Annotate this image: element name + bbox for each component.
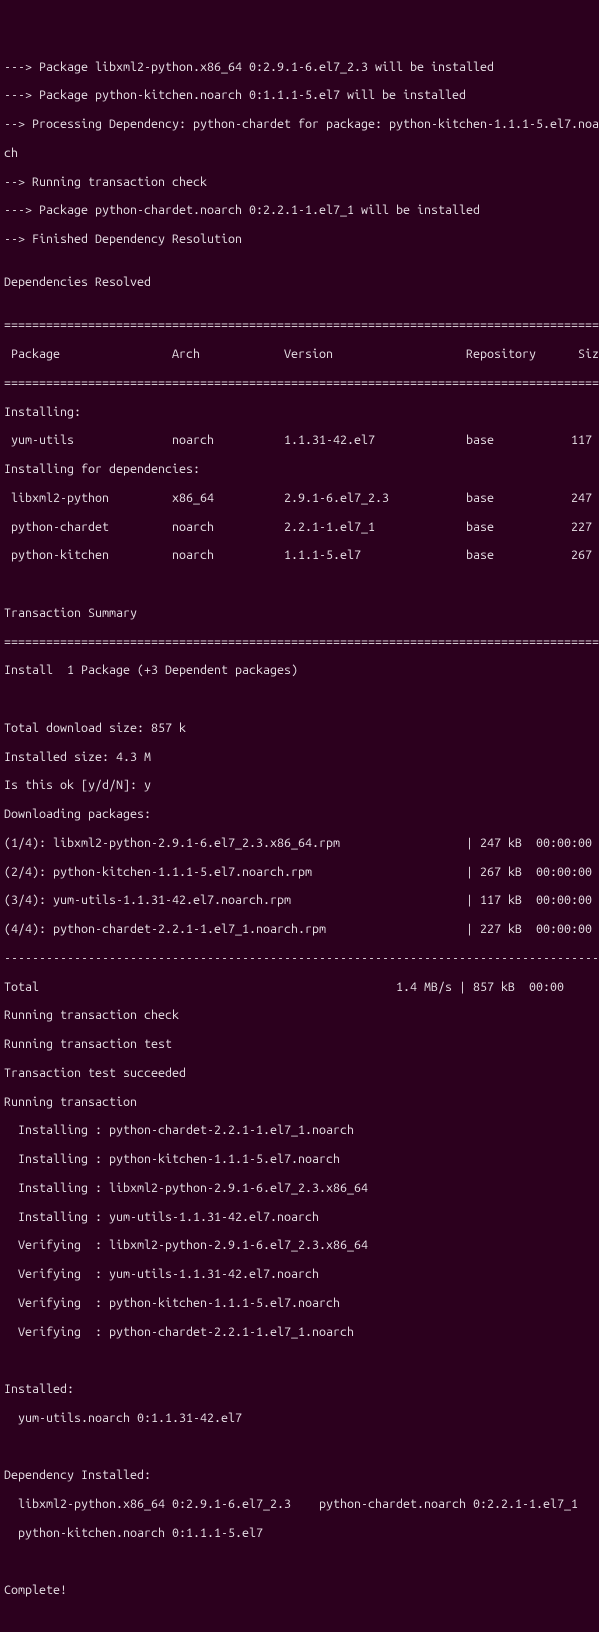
table-rule: ========================================… [4,635,595,649]
downloading-heading: Downloading packages: [4,807,595,821]
transaction-step: Verifying : yum-utils-1.1.31-42.el7.noar… [4,1267,595,1281]
table-row: libxml2-python x86_64 2.9.1-6.el7_2.3 ba… [4,491,595,505]
terminal-line: ---> Package python-chardet.noarch 0:2.2… [4,203,595,217]
terminal-line: --> Finished Dependency Resolution [4,232,595,246]
confirm-prompt[interactable]: Is this ok [y/d/N]: y [4,778,595,792]
terminal-line: --> Processing Dependency: python-charde… [4,117,595,131]
terminal-line: ch [4,146,595,160]
section-installing: Installing: [4,405,595,419]
installed-line: yum-utils.noarch 0:1.1.31-42.el7 [4,1411,595,1425]
installed-title: Installed: [4,1382,595,1396]
complete-line: Complete! [4,1583,595,1597]
table-header: Package Arch Version Repository Size [4,347,595,361]
blank-line [4,577,595,591]
download-item: (2/4): python-kitchen-1.1.1-5.el7.noarch… [4,865,595,879]
transaction-summary-title: Transaction Summary [4,606,595,620]
blank-line [4,692,595,706]
table-row: yum-utils noarch 1.1.31-42.el7 base 117 … [4,433,595,447]
dep-installed-line: libxml2-python.x86_64 0:2.9.1-6.el7_2.3 … [4,1497,595,1511]
blank-line [4,1555,595,1569]
terminal-line: --> Running transaction check [4,175,595,189]
transaction-step: Verifying : python-chardet-2.2.1-1.el7_1… [4,1325,595,1339]
table-row: python-chardet noarch 2.2.1-1.el7_1 base… [4,520,595,534]
transaction-check: Running transaction check [4,1008,595,1022]
terminal-line: ---> Package libxml2-python.x86_64 0:2.9… [4,60,595,74]
download-item: (3/4): yum-utils-1.1.31-42.el7.noarch.rp… [4,893,595,907]
download-total: Total 1.4 MB/s | 857 kB 00:00 [4,980,595,994]
transaction-test-ok: Transaction test succeeded [4,1066,595,1080]
terminal-line: ---> Package python-kitchen.noarch 0:1.1… [4,88,595,102]
transaction-step: Installing : python-chardet-2.2.1-1.el7_… [4,1123,595,1137]
table-rule: ========================================… [4,376,595,390]
transaction-step: Installing : libxml2-python-2.9.1-6.el7_… [4,1181,595,1195]
table-rule: ========================================… [4,318,595,332]
installed-size: Installed size: 4.3 M [4,750,595,764]
running-transaction: Running transaction [4,1095,595,1109]
dep-installed-line: python-kitchen.noarch 0:1.1.1-5.el7 [4,1526,595,1540]
blank-line [4,1440,595,1454]
transaction-step: Installing : yum-utils-1.1.31-42.el7.noa… [4,1210,595,1224]
transaction-step: Verifying : libxml2-python-2.9.1-6.el7_2… [4,1238,595,1252]
section-installing-deps: Installing for dependencies: [4,462,595,476]
transaction-step: Installing : python-kitchen-1.1.1-5.el7.… [4,1152,595,1166]
deps-resolved: Dependencies Resolved [4,275,595,289]
dep-installed-title: Dependency Installed: [4,1468,595,1482]
summary-line: Install 1 Package (+3 Dependent packages… [4,663,595,677]
transaction-test: Running transaction test [4,1037,595,1051]
table-row: python-kitchen noarch 1.1.1-5.el7 base 2… [4,548,595,562]
download-item: (1/4): libxml2-python-2.9.1-6.el7_2.3.x8… [4,836,595,850]
total-download-size: Total download size: 857 k [4,721,595,735]
dash-rule: ----------------------------------------… [4,951,595,965]
blank-line [4,1353,595,1367]
download-item: (4/4): python-chardet-2.2.1-1.el7_1.noar… [4,922,595,936]
transaction-step: Verifying : python-kitchen-1.1.1-5.el7.n… [4,1296,595,1310]
